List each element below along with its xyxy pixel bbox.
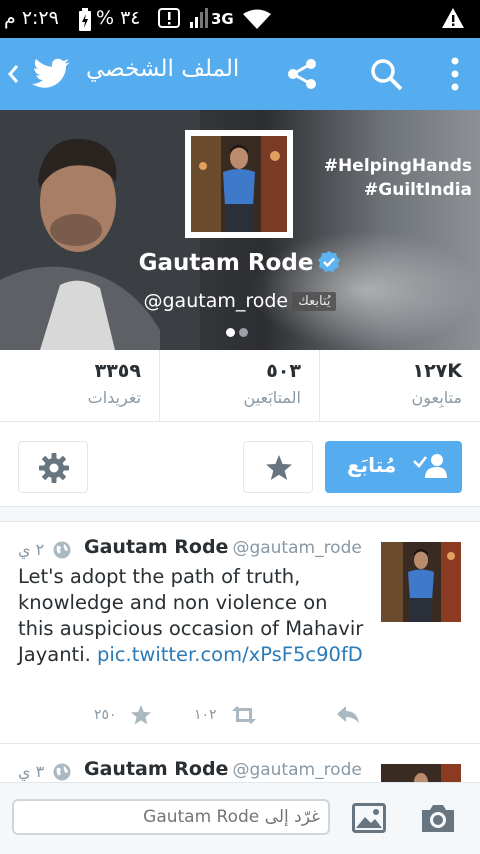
- battery-charging-icon: [79, 8, 91, 31]
- tweet-item[interactable]: ٢ ي Gautam Rode @gautam_rode Let's adopt …: [0, 522, 480, 743]
- favorite-count: ٢٥٠: [94, 707, 117, 723]
- following-label: المتابَعين: [243, 388, 301, 407]
- tweet-author-name: Gautam Rode: [84, 758, 229, 780]
- back-chevron-icon[interactable]: [6, 64, 20, 84]
- hashtag-2: #GuiltIndia: [364, 180, 472, 200]
- retweet-icon[interactable]: [230, 705, 258, 725]
- twitter-bird-icon[interactable]: [32, 58, 70, 90]
- notification-icon: [158, 8, 180, 28]
- tweet-author-name: Gautam Rode: [84, 536, 229, 558]
- tweet-actions: ٢٥٠ ١٠٢: [18, 702, 368, 728]
- following-count: ٥٠٣: [266, 360, 301, 382]
- header-hashtags: #HelpingHands #GuiltIndia: [324, 154, 472, 202]
- tweet-body: Let's adopt the path of truth, knowledge…: [18, 564, 368, 668]
- tweet-author-handle: @gautam_rode: [232, 538, 362, 558]
- tweets-count: ٣٣٥٩: [94, 360, 141, 382]
- settings-gear-icon: [39, 453, 69, 483]
- page-title: الملف الشخصي: [86, 56, 240, 82]
- search-icon[interactable]: [368, 56, 404, 92]
- reply-icon[interactable]: [336, 705, 360, 725]
- followers-count: ١٢٧K: [412, 360, 462, 382]
- pager-dot[interactable]: [239, 328, 248, 337]
- share-icon[interactable]: [284, 56, 320, 92]
- section-divider: [0, 506, 480, 522]
- status-bar: ٢:٢٩ م ٣٤ % 3G: [0, 0, 480, 38]
- pager-dot-active[interactable]: [226, 328, 235, 337]
- header-background-image: [0, 110, 200, 350]
- following-user-icon: [413, 454, 447, 478]
- signal-icon: [190, 8, 208, 28]
- overflow-menu-icon[interactable]: [440, 56, 470, 92]
- camera-icon[interactable]: [420, 802, 456, 834]
- verified-badge-icon: [318, 251, 341, 272]
- profile-header: #HelpingHands #GuiltIndia Gautam Rode @g…: [0, 110, 480, 350]
- tweet-author-handle: @gautam_rode: [232, 760, 362, 780]
- tweet-composer-bar: [0, 782, 480, 854]
- stat-tweets[interactable]: ٣٣٥٩ تغريدات: [0, 350, 160, 422]
- network-type: 3G: [211, 10, 234, 28]
- profile-handle-row: @gautam_rode يُتابعك: [0, 290, 480, 312]
- warning-icon: [442, 8, 464, 28]
- tweets-label: تغريدات: [87, 388, 141, 407]
- profile-name-text: Gautam Rode: [138, 250, 314, 276]
- retweet-count: ١٠٢: [194, 707, 217, 723]
- follows-you-badge: يُتابعك: [292, 292, 337, 311]
- favorite-star-icon[interactable]: [130, 704, 152, 726]
- tweet-author-avatar[interactable]: [381, 542, 461, 622]
- globe-icon: [53, 541, 71, 559]
- profile-avatar-image: [191, 136, 287, 232]
- tweet-time: ٢ ي: [18, 540, 45, 559]
- stat-followers[interactable]: ١٢٧K متابِعون: [320, 350, 480, 422]
- compose-tweet-input[interactable]: [12, 799, 330, 835]
- globe-icon: [53, 763, 71, 781]
- header-pager-dots[interactable]: [226, 322, 254, 337]
- favorite-user-button[interactable]: [243, 441, 313, 493]
- tweet-author-avatar[interactable]: [381, 764, 461, 782]
- profile-avatar[interactable]: [185, 130, 293, 238]
- tweet-link[interactable]: pic.twitter.com/xPsF5c90fD: [97, 643, 363, 666]
- battery-percent: ٣٤ %: [96, 7, 141, 29]
- settings-button[interactable]: [18, 441, 88, 493]
- profile-stats: ١٢٧K متابِعون ٥٠٣ المتابَعين ٣٣٥٩ تغريدا…: [0, 350, 480, 422]
- followers-label: متابِعون: [411, 388, 462, 407]
- tweet-author[interactable]: Gautam Rode @gautam_rode: [84, 758, 362, 780]
- profile-name: Gautam Rode: [0, 250, 480, 276]
- tweet-time: ٣ ي: [18, 762, 45, 781]
- following-button-label: مُتابَع: [347, 453, 397, 477]
- status-clock: ٢:٢٩ م: [4, 7, 59, 29]
- tweet-item[interactable]: ٣ ي Gautam Rode @gautam_rode: [0, 744, 480, 782]
- tweet-author[interactable]: Gautam Rode @gautam_rode: [84, 536, 362, 558]
- following-button[interactable]: مُتابَع: [325, 441, 462, 493]
- hashtag-1: #HelpingHands: [323, 156, 472, 176]
- stat-following[interactable]: ٥٠٣ المتابَعين: [160, 350, 320, 422]
- star-icon: [266, 455, 292, 480]
- image-icon[interactable]: [352, 803, 386, 833]
- profile-handle: @gautam_rode: [143, 290, 289, 312]
- app-bar: الملف الشخصي: [0, 38, 480, 110]
- wifi-icon: [243, 9, 271, 29]
